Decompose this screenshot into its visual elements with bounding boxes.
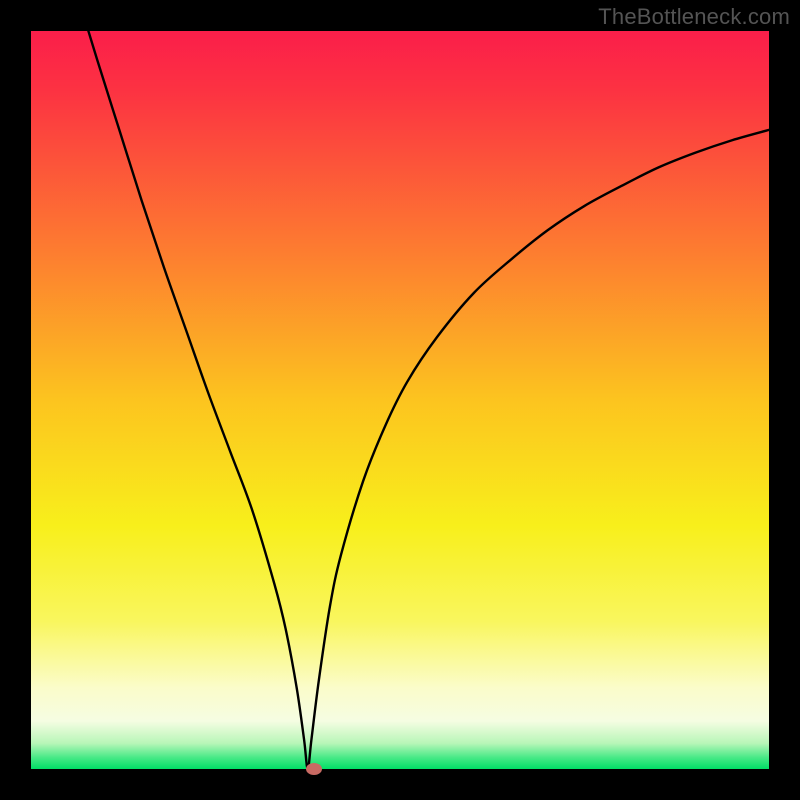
plot-area — [31, 31, 769, 769]
chart-frame: TheBottleneck.com — [0, 0, 800, 800]
bottleneck-curve — [31, 31, 769, 769]
optimum-marker — [306, 763, 322, 775]
watermark-text: TheBottleneck.com — [598, 4, 790, 30]
